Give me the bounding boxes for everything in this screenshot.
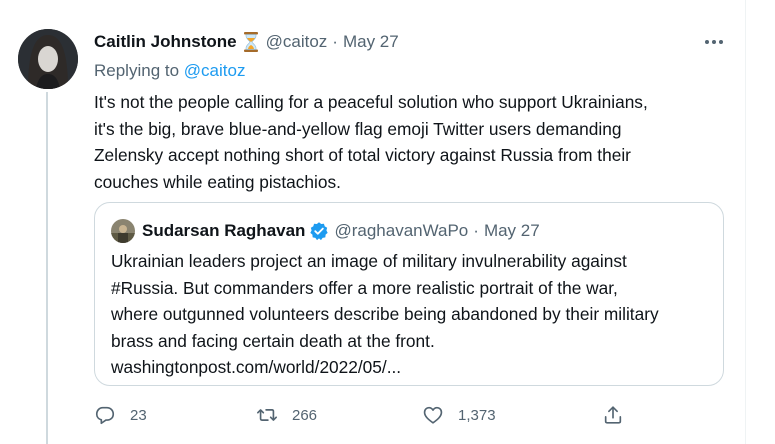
tweet-text-line: couches while eating pistachios.: [94, 171, 341, 192]
quote-link[interactable]: washingtonpost.com/world/2022/05/...: [111, 354, 711, 381]
replying-to: Replying to @caitoz: [94, 61, 245, 81]
quote-author-avatar: [111, 219, 135, 243]
quote-author-handle: @raghavanWaPo: [334, 221, 469, 240]
column-border: [745, 0, 746, 444]
retweet-button[interactable]: 266: [256, 402, 317, 428]
share-icon: [604, 406, 622, 424]
quote-separator: ·: [473, 221, 479, 240]
share-button[interactable]: [602, 402, 624, 428]
like-count: 1,373: [458, 406, 496, 424]
hourglass-icon: [243, 32, 258, 52]
tweet-text: It's not the people calling for a peacef…: [94, 89, 734, 195]
reply-count: 23: [130, 406, 147, 424]
thread-connector-line: [46, 92, 48, 444]
tweet-text-line: it's the big, brave blue-and-yellow flag…: [94, 118, 622, 139]
author-avatar[interactable]: [18, 29, 78, 89]
quote-header: Sudarsan Raghavan @raghavanWaPo · May 27: [111, 219, 540, 243]
quote-date: May 27: [483, 221, 540, 240]
verified-badge-icon: [309, 221, 329, 241]
quote-text-line: Ukrainian leaders project an image of mi…: [111, 251, 627, 271]
quote-text-line: where outgunned volunteers describe bein…: [111, 304, 659, 324]
tweet-text-line: Zelensky accept nothing short of total v…: [94, 145, 631, 165]
replying-to-link[interactable]: @caitoz: [184, 61, 246, 80]
tweet-date[interactable]: May 27: [343, 32, 399, 52]
quoted-tweet-card[interactable]: Sudarsan Raghavan @raghavanWaPo · May 27…: [94, 202, 724, 386]
replying-prefix: Replying to: [94, 61, 180, 80]
quote-text: Ukrainian leaders project an image of mi…: [111, 248, 711, 381]
author-handle[interactable]: @caitoz: [266, 32, 328, 52]
retweet-icon: [257, 409, 277, 421]
reply-icon: [95, 406, 115, 425]
reply-button[interactable]: 23: [94, 402, 147, 428]
tweet-text-line: It's not the people calling for a peacef…: [94, 92, 648, 112]
quote-text-line: brass and facing certain death at the fr…: [111, 330, 435, 351]
author-name[interactable]: Caitlin Johnstone: [94, 32, 237, 52]
header-separator: ·: [332, 32, 338, 51]
quote-text-line: #Russia. But commanders offer a more rea…: [111, 277, 618, 298]
like-button[interactable]: 1,373: [422, 402, 496, 428]
heart-icon: [423, 406, 443, 424]
retweet-count: 266: [292, 406, 318, 424]
more-options-icon[interactable]: [702, 33, 726, 51]
quote-author-name: Sudarsan Raghavan: [142, 221, 306, 240]
tweet-header: Caitlin Johnstone @caitoz · May 27: [94, 31, 399, 53]
